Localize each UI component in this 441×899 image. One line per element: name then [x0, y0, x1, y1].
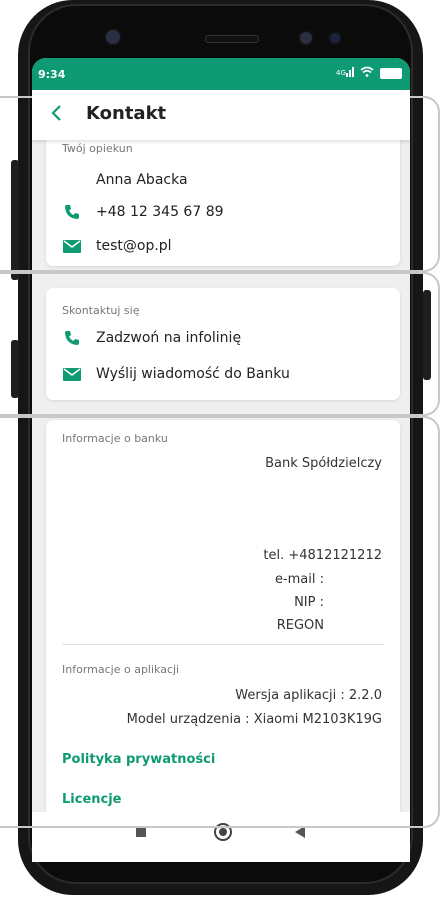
signal-icon: 4G — [336, 66, 354, 80]
home-button[interactable] — [214, 823, 232, 841]
wifi-icon — [360, 66, 374, 80]
licenses-link[interactable]: Licencje — [62, 792, 122, 807]
speaker-grille — [205, 35, 259, 43]
call-helpline-label: Zadzwoń na infolinię — [96, 330, 242, 346]
bank-name: Bank Spółdzielczy — [265, 456, 382, 471]
bank-nip: NIP : — [294, 595, 324, 610]
phone-icon — [62, 204, 82, 220]
app-info-section-label: Informacje o aplikacji — [62, 663, 180, 676]
bank-regon: REGON — [276, 618, 324, 633]
svg-text:4G: 4G — [336, 69, 346, 77]
battery-icon — [380, 67, 402, 79]
device-model: Model urządzenia : Xiaomi M2103K19G — [126, 712, 382, 727]
send-message-row[interactable]: Wyślij wiadomość do Banku — [62, 366, 290, 382]
chevron-left-icon[interactable] — [46, 102, 68, 124]
status-bar: 9:34 4G — [32, 58, 410, 90]
advisor-card: Twój opiekun Anna Abacka +48 12 345 67 8… — [46, 118, 400, 266]
volume-button — [11, 160, 19, 280]
email-icon — [62, 238, 82, 254]
status-icons: 4G — [336, 66, 402, 80]
advisor-email: test@op.pl — [96, 238, 172, 254]
bank-tel: tel. +4812121212 — [263, 548, 382, 563]
bank-email: e-mail : — [274, 572, 324, 587]
status-time: 9:34 — [38, 68, 66, 81]
phone-icon — [62, 330, 82, 346]
advisor-section-label: Twój opiekun — [62, 142, 133, 155]
camera-icon — [104, 28, 122, 46]
advisor-phone: +48 12 345 67 89 — [96, 204, 224, 220]
advisor-name: Anna Abacka — [96, 172, 188, 188]
contact-section-label: Skontaktuj się — [62, 304, 140, 317]
front-camera-icon — [328, 31, 342, 45]
nav-back-button[interactable] — [295, 826, 305, 838]
power-button — [11, 340, 19, 398]
send-message-label: Wyślij wiadomość do Banku — [96, 366, 290, 382]
advisor-phone-row[interactable]: +48 12 345 67 89 — [62, 204, 224, 220]
bank-info-section-label: Informacje o banku — [62, 432, 168, 445]
recent-apps-button[interactable] — [136, 827, 146, 837]
advisor-email-row[interactable]: test@op.pl — [62, 238, 172, 254]
privacy-policy-link[interactable]: Polityka prywatności — [62, 752, 215, 767]
email-icon — [62, 366, 82, 382]
app-screen: 9:34 4G Kontakt Twój opiekun Anna Abacka… — [32, 58, 410, 812]
page-title: Kontakt — [86, 103, 167, 124]
app-bar: Kontakt — [32, 90, 410, 140]
contact-card: Skontaktuj się Zadzwoń na infolinię Wyśl… — [46, 288, 400, 400]
call-helpline-row[interactable]: Zadzwoń na infolinię — [62, 330, 241, 346]
sensor-icon — [298, 30, 314, 46]
divider — [62, 644, 384, 645]
app-version: Wersja aplikacji : 2.2.0 — [235, 688, 382, 703]
side-button — [423, 290, 431, 380]
bank-info-card: Informacje o banku Bank Spółdzielczy tel… — [46, 420, 400, 812]
android-nav-bar — [32, 812, 410, 862]
